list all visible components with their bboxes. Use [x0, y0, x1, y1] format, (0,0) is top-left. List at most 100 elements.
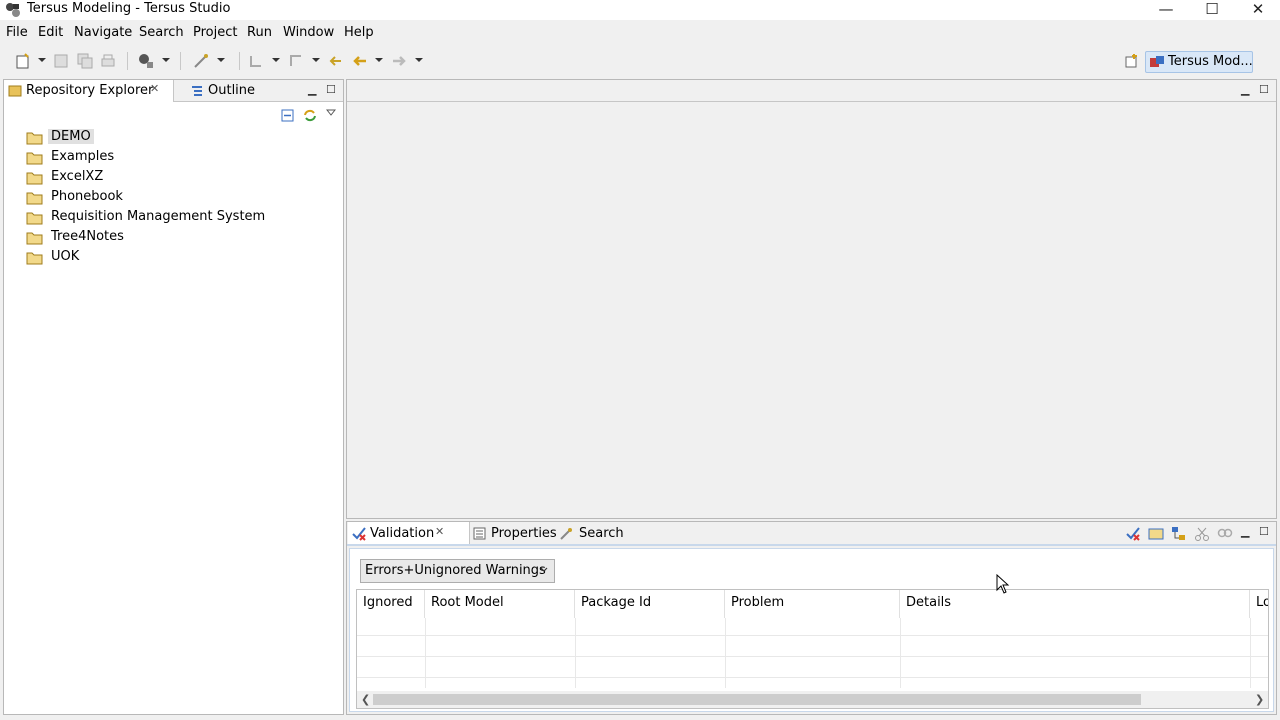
collapse-all-icon[interactable]: [281, 109, 294, 122]
chevron-down-icon: [540, 567, 548, 572]
new-dropdown-icon[interactable]: [38, 58, 46, 62]
tab-label: Search: [579, 526, 624, 541]
table-row[interactable]: [357, 677, 1268, 678]
next-annotation-dropdown-icon[interactable]: [272, 58, 280, 62]
column-label: Ignored: [363, 595, 413, 610]
close-tab-icon[interactable]: ✕: [435, 525, 444, 538]
properties-icon: [473, 527, 486, 540]
tersus-modeling-perspective-button[interactable]: Tersus Mod...: [1145, 51, 1253, 73]
tab-label: Repository Explorer: [26, 83, 154, 98]
print-icon[interactable]: [99, 52, 117, 70]
back-dropdown-icon[interactable]: [375, 58, 383, 62]
prev-annotation-icon[interactable]: [287, 52, 305, 70]
problem-filter-select[interactable]: Errors+Unignored Warnings: [360, 559, 555, 583]
filter-selected-value: Errors+Unignored Warnings: [365, 563, 546, 578]
validation-icon: [352, 527, 366, 541]
save-icon[interactable]: [52, 52, 70, 70]
tab-outline[interactable]: Outline: [186, 80, 266, 102]
wand-icon[interactable]: [192, 52, 210, 70]
tab-label: Validation: [370, 526, 435, 541]
editor-area: ▁ ☐: [346, 79, 1277, 519]
column-header-details[interactable]: Details: [900, 590, 1250, 618]
folder-icon: [26, 212, 43, 225]
last-edit-icon[interactable]: [327, 52, 345, 70]
search-tool-icon[interactable]: [137, 52, 155, 70]
column-label: Problem: [731, 595, 785, 610]
column-divider: [725, 618, 726, 688]
validate-icon[interactable]: [1125, 526, 1141, 542]
save-all-icon[interactable]: [76, 52, 94, 70]
column-header-package-id[interactable]: Package Id: [575, 590, 725, 618]
minimize-view-icon[interactable]: ▁: [308, 83, 316, 96]
forward-icon[interactable]: [390, 52, 408, 70]
menu-run[interactable]: Run: [247, 25, 272, 40]
window-title: Tersus Modeling - Tersus Studio: [27, 1, 231, 16]
menu-project[interactable]: Project: [193, 25, 237, 40]
toolbar-separator: [239, 52, 240, 70]
close-button[interactable]: ✕: [1235, 0, 1280, 20]
filter-icon[interactable]: [1148, 527, 1164, 541]
prev-annotation-dropdown-icon[interactable]: [312, 58, 320, 62]
minimize-view-icon[interactable]: ▁: [1241, 525, 1249, 538]
maximize-button[interactable]: ☐: [1189, 0, 1235, 20]
view-menu-icon[interactable]: [326, 109, 336, 117]
column-header-location[interactable]: Lo: [1250, 590, 1268, 618]
column-divider: [425, 618, 426, 688]
validation-table: Ignored Root Model Package Id Problem De…: [356, 589, 1269, 709]
menu-search[interactable]: Search: [139, 25, 184, 40]
close-tab-icon[interactable]: ✕: [150, 82, 159, 95]
next-annotation-icon[interactable]: [247, 52, 265, 70]
cut-icon[interactable]: [1194, 526, 1210, 542]
folder-icon: [26, 252, 43, 265]
scroll-right-icon[interactable]: ❯: [1255, 693, 1264, 706]
open-perspective-icon[interactable]: [1123, 52, 1141, 70]
table-row[interactable]: [357, 635, 1268, 636]
column-header-root-model[interactable]: Root Model: [425, 590, 575, 618]
link-icon[interactable]: [1217, 527, 1233, 539]
tree-item-label: Requisition Management System: [51, 209, 266, 224]
maximize-view-icon[interactable]: ☐: [326, 83, 336, 96]
tab-search[interactable]: Search: [559, 522, 624, 544]
tree-toolbar: [4, 103, 343, 127]
tab-validation[interactable]: Validation ✕: [348, 522, 470, 544]
maximize-view-icon[interactable]: ☐: [1259, 525, 1269, 538]
maximize-editor-icon[interactable]: ☐: [1259, 83, 1269, 96]
tab-repository-explorer[interactable]: Repository Explorer ✕: [4, 80, 174, 102]
tab-label: Properties: [491, 526, 557, 541]
scrollbar-thumb[interactable]: [373, 694, 1141, 705]
menu-window[interactable]: Window: [283, 25, 334, 40]
menu-edit[interactable]: Edit: [38, 25, 63, 40]
forward-dropdown-icon[interactable]: [415, 58, 423, 62]
column-label: Details: [906, 595, 952, 610]
perspective-label: Tersus Mod...: [1168, 54, 1253, 69]
scroll-left-icon[interactable]: ❮: [361, 693, 370, 706]
hierarchy-icon[interactable]: [1171, 526, 1186, 541]
outline-icon: [192, 86, 202, 96]
menu-file[interactable]: File: [6, 25, 28, 40]
folder-icon: [26, 232, 43, 245]
back-icon[interactable]: [351, 52, 369, 70]
bottom-panel-tabs: Validation ✕ Properties Search ▁ ☐: [347, 522, 1276, 546]
column-header-problem[interactable]: Problem: [725, 590, 900, 618]
minimize-editor-icon[interactable]: ▁: [1241, 83, 1249, 96]
column-label: Package Id: [581, 595, 652, 610]
link-with-editor-icon[interactable]: [302, 108, 318, 123]
new-icon[interactable]: [14, 52, 32, 70]
validation-panel: Validation ✕ Properties Search ▁ ☐ Error…: [346, 521, 1277, 715]
column-label: Lo: [1256, 595, 1268, 610]
menu-navigate[interactable]: Navigate: [74, 25, 132, 40]
menu-help[interactable]: Help: [344, 25, 374, 40]
column-header-ignored[interactable]: Ignored: [357, 590, 425, 618]
search-dropdown-icon[interactable]: [162, 58, 170, 62]
tree-item-label: Examples: [51, 149, 115, 164]
tersus-app-icon: [6, 3, 20, 17]
wand-dropdown-icon[interactable]: [217, 58, 225, 62]
tab-label: Outline: [208, 83, 256, 98]
mouse-cursor-icon: [996, 574, 1010, 594]
table-row[interactable]: [357, 656, 1268, 657]
horizontal-scrollbar[interactable]: ❮ ❯: [357, 691, 1268, 708]
repository-explorer-panel: Repository Explorer ✕ Outline ▁ ☐ DEMO E…: [3, 79, 344, 715]
minimize-button[interactable]: —: [1143, 0, 1189, 20]
tab-properties[interactable]: Properties: [473, 522, 557, 544]
folder-icon: [26, 152, 43, 165]
